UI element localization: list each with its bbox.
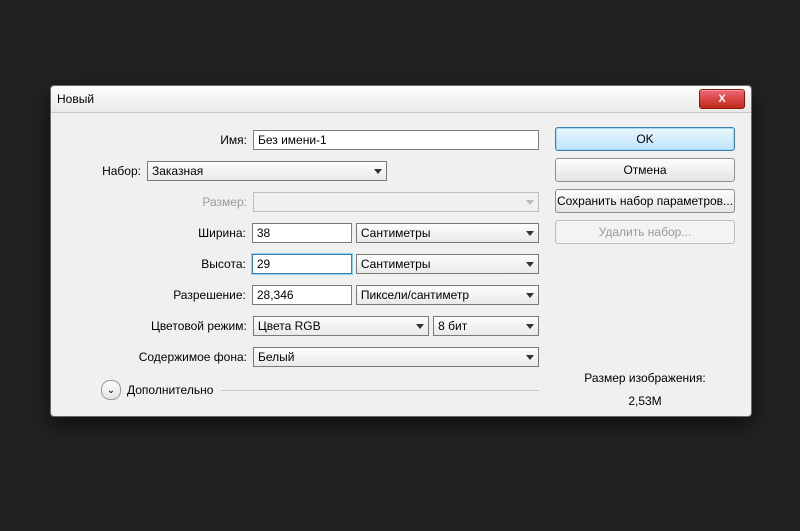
color-mode-value: Цвета RGB bbox=[258, 319, 321, 333]
chevron-down-icon bbox=[526, 293, 534, 298]
save-preset-button[interactable]: Сохранить набор параметров... bbox=[555, 189, 735, 213]
label-preset: Набор: bbox=[61, 164, 147, 178]
height-input[interactable] bbox=[252, 254, 352, 274]
cancel-button[interactable]: Отмена bbox=[555, 158, 735, 182]
bit-depth-select[interactable]: 8 бит bbox=[433, 316, 539, 336]
new-document-dialog: Новый X Имя: Набор: Заказная Размер: bbox=[50, 85, 752, 417]
ok-button[interactable]: OK bbox=[555, 127, 735, 151]
advanced-toggle[interactable]: ⌄ bbox=[101, 380, 121, 400]
chevron-down-icon bbox=[526, 355, 534, 360]
size-select bbox=[253, 192, 539, 212]
titlebar[interactable]: Новый X bbox=[51, 86, 751, 113]
name-input[interactable] bbox=[253, 130, 539, 150]
close-icon: X bbox=[718, 93, 725, 105]
resolution-input[interactable] bbox=[252, 285, 352, 305]
chevron-down-icon bbox=[526, 200, 534, 205]
label-color-mode: Цветовой режим: bbox=[61, 319, 253, 333]
label-width: Ширина: bbox=[61, 226, 252, 240]
height-unit-value: Сантиметры bbox=[361, 257, 431, 271]
chevron-down-icon bbox=[416, 324, 424, 329]
color-mode-select[interactable]: Цвета RGB bbox=[253, 316, 429, 336]
label-name: Имя: bbox=[61, 133, 253, 147]
chevron-down-icon bbox=[374, 169, 382, 174]
resolution-unit-value: Пиксели/сантиметр bbox=[361, 288, 469, 302]
width-unit-select[interactable]: Сантиметры bbox=[356, 223, 539, 243]
chevron-down-icon bbox=[526, 231, 534, 236]
close-button[interactable]: X bbox=[699, 89, 745, 109]
height-unit-select[interactable]: Сантиметры bbox=[356, 254, 539, 274]
divider bbox=[221, 390, 539, 391]
label-resolution: Разрешение: bbox=[61, 288, 252, 302]
width-unit-value: Сантиметры bbox=[361, 226, 431, 240]
background-select[interactable]: Белый bbox=[253, 347, 539, 367]
resolution-unit-select[interactable]: Пиксели/сантиметр bbox=[356, 285, 539, 305]
dialog-title: Новый bbox=[57, 92, 94, 106]
label-size: Размер: bbox=[61, 195, 253, 209]
preset-select[interactable]: Заказная bbox=[147, 161, 387, 181]
bit-depth-value: 8 бит bbox=[438, 319, 467, 333]
image-size-label: Размер изображения: bbox=[555, 367, 735, 390]
chevron-down-icon bbox=[526, 262, 534, 267]
width-input[interactable] bbox=[252, 223, 352, 243]
label-background: Содержимое фона: bbox=[61, 350, 253, 364]
delete-preset-button: Удалить набор... bbox=[555, 220, 735, 244]
label-height: Высота: bbox=[61, 257, 252, 271]
background-value: Белый bbox=[258, 350, 294, 364]
preset-value: Заказная bbox=[152, 164, 203, 178]
chevron-down-icon bbox=[526, 324, 534, 329]
chevrons-down-icon: ⌄ bbox=[107, 385, 115, 396]
image-size-value: 2,53M bbox=[555, 390, 735, 413]
label-advanced: Дополнительно bbox=[127, 383, 213, 397]
